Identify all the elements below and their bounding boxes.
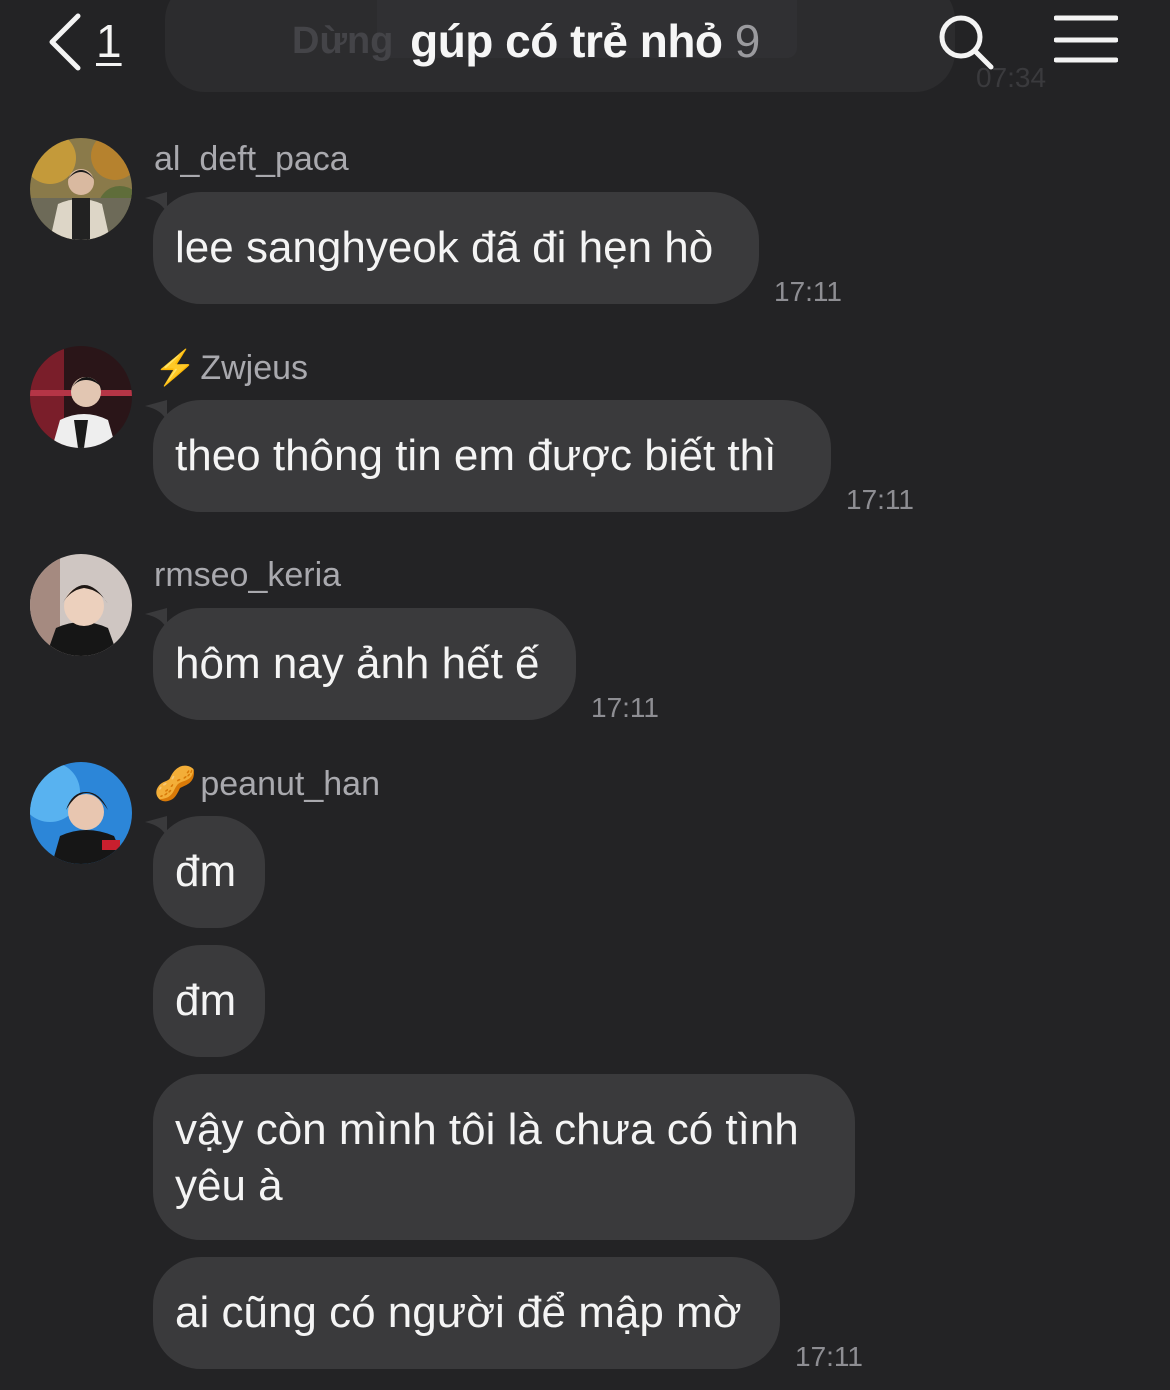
- message-bubble[interactable]: theo thông tin em được biết thì: [153, 400, 831, 512]
- menu-button[interactable]: [1053, 14, 1119, 66]
- sender-name: 🥜 peanut_han: [154, 764, 380, 804]
- menu-icon: [1053, 15, 1119, 63]
- chat-header: Dừng 07:34 1 gúp có trẻ nhỏ 9: [0, 0, 1170, 96]
- sender-name: al_deft_paca: [154, 140, 349, 179]
- sender-name-text: peanut_han: [200, 765, 380, 803]
- avatar-rmseo-keria[interactable]: [30, 554, 132, 656]
- message-bubble[interactable]: ai cũng có người để mập mờ: [153, 1257, 780, 1369]
- peanut-icon: 🥜: [154, 765, 197, 803]
- member-count: 9: [734, 15, 761, 67]
- sender-name: ⚡ Zwjeus: [154, 348, 308, 388]
- message-bubble[interactable]: đm: [153, 816, 265, 928]
- search-icon: [939, 15, 994, 70]
- message-bubble[interactable]: vậy còn mình tôi là chưa có tình yêu à: [153, 1074, 855, 1240]
- search-button[interactable]: [936, 12, 996, 72]
- message-time: 17:11: [591, 692, 659, 723]
- avatar-zwjeus[interactable]: [30, 346, 132, 448]
- sender-name-text: al_deft_paca: [154, 140, 349, 178]
- message-time: 17:11: [846, 484, 914, 515]
- message-time: 17:11: [774, 276, 842, 307]
- sender-name-text: Zwjeus: [200, 349, 309, 387]
- message-bubble[interactable]: lee sanghyeok đã đi hẹn hò: [153, 192, 759, 304]
- message-time: 17:11: [795, 1341, 863, 1372]
- lightning-icon: ⚡: [154, 349, 197, 387]
- message-bubble[interactable]: hôm nay ảnh hết ế: [153, 608, 576, 720]
- message-bubble[interactable]: đm: [153, 945, 265, 1057]
- chat-title-text: gúp có trẻ nhỏ: [410, 15, 723, 67]
- sender-name-text: rmseo_keria: [154, 556, 342, 594]
- avatar-peanut-han[interactable]: [30, 762, 132, 864]
- avatar-al-deft-paca[interactable]: [30, 138, 132, 240]
- sender-name: rmseo_keria: [154, 556, 341, 595]
